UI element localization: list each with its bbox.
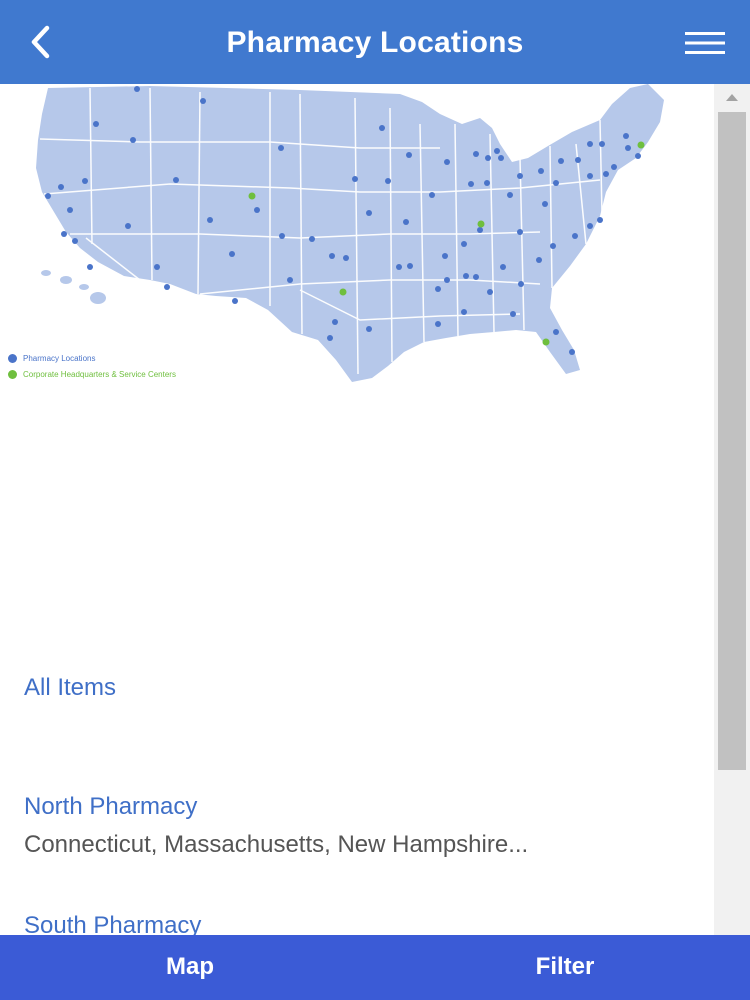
list-item-south-pharmacy[interactable]: South Pharmacy	[24, 911, 704, 935]
us-map-graphic	[36, 84, 664, 382]
vertical-scrollbar[interactable]	[714, 84, 750, 935]
map-button[interactable]: Map	[0, 935, 380, 1000]
list-item-north-pharmacy[interactable]: North Pharmacy Connecticut, Massachusett…	[24, 792, 704, 860]
back-button[interactable]	[18, 18, 62, 66]
app-screen: Pharmacy Locations Pharmacy Locations Co…	[0, 0, 750, 1000]
map-island	[79, 284, 89, 290]
legend-label-headquarters: Corporate Headquarters & Service Centers	[23, 369, 176, 379]
south-pharmacy-title[interactable]: South Pharmacy	[24, 911, 704, 935]
north-pharmacy-title[interactable]: North Pharmacy	[24, 792, 704, 822]
hamburger-menu-icon	[685, 32, 725, 54]
legend-item-headquarters: Corporate Headquarters & Service Centers	[8, 366, 176, 382]
north-pharmacy-subtitle: Connecticut, Massachusetts, New Hampshir…	[24, 831, 529, 858]
bottom-toolbar: Map Filter	[0, 935, 750, 1000]
scroll-up-arrow-icon[interactable]	[726, 94, 738, 101]
menu-button[interactable]	[676, 20, 734, 66]
headquarters-dot-icon	[8, 369, 17, 379]
map-legend: Pharmacy Locations Corporate Headquarter…	[8, 350, 176, 382]
map-island	[60, 276, 72, 284]
scroll-thumb[interactable]	[718, 112, 746, 770]
us-map: Pharmacy Locations Corporate Headquarter…	[0, 84, 710, 394]
header-bar: Pharmacy Locations	[0, 0, 750, 84]
map-island	[41, 270, 51, 276]
list-item-all-items[interactable]: All Items	[24, 673, 704, 703]
legend-item-pharmacy: Pharmacy Locations	[8, 350, 176, 366]
chevron-left-icon	[31, 25, 50, 59]
page-title: Pharmacy Locations	[226, 26, 524, 59]
map-land	[36, 84, 664, 382]
legend-label-pharmacy: Pharmacy Locations	[23, 353, 96, 363]
map-island	[90, 292, 106, 304]
filter-button[interactable]: Filter	[380, 935, 750, 1000]
content-area: Pharmacy Locations Corporate Headquarter…	[0, 84, 714, 935]
pharmacy-dot-icon	[8, 353, 17, 363]
all-items-link[interactable]: All Items	[24, 673, 704, 703]
